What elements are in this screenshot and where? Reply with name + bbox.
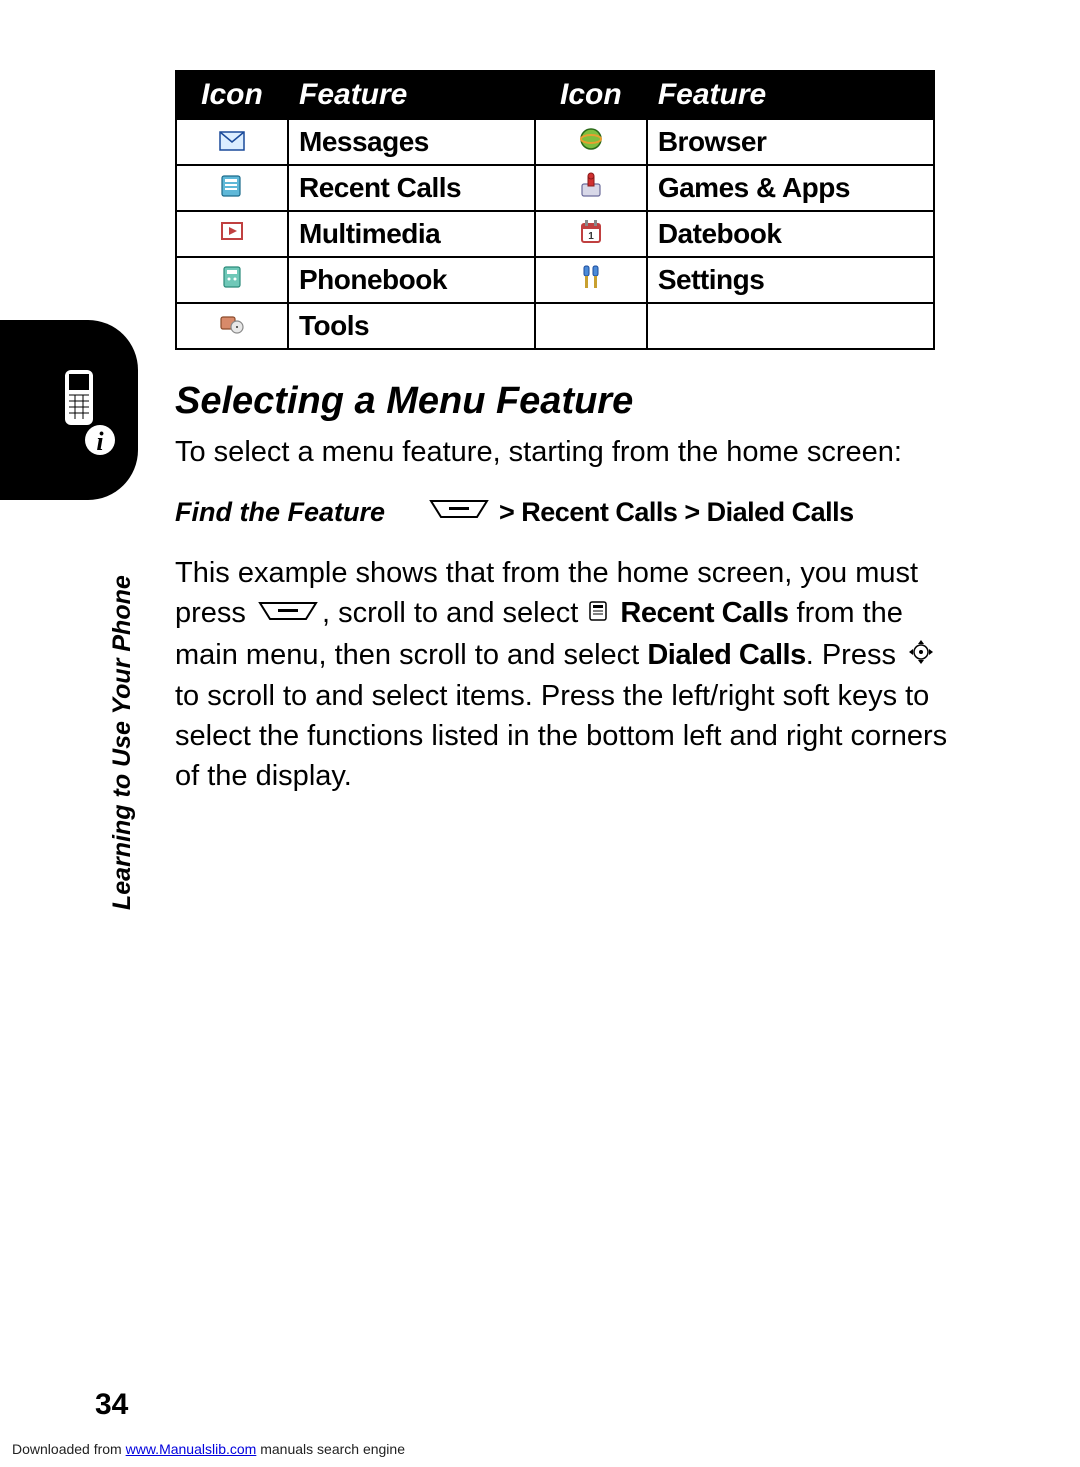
body-dialed-calls: Dialed Calls xyxy=(647,639,805,671)
intro-paragraph: To select a menu feature, starting from … xyxy=(175,433,965,472)
section-heading: Selecting a Menu Feature xyxy=(175,380,1080,423)
games-apps-icon xyxy=(535,165,647,211)
recent-calls-icon xyxy=(176,165,288,211)
phonebook-label: Phonebook xyxy=(299,264,447,295)
th-icon-2: Icon xyxy=(535,71,647,119)
side-chapter-label: Learning to Use Your Phone xyxy=(108,575,137,910)
body-text-2: , scroll to and select xyxy=(322,597,586,629)
recent-calls-icon-inline xyxy=(588,594,610,634)
section-tab: i xyxy=(0,320,138,500)
body-paragraph: This example shows that from the home sc… xyxy=(175,553,965,796)
recent-calls-label: Recent Calls xyxy=(299,172,461,203)
th-icon-1: Icon xyxy=(176,71,288,119)
datebook-label: Datebook xyxy=(658,218,782,249)
menu-key-icon-inline xyxy=(258,594,318,634)
find-the-feature-label: Find the Feature xyxy=(175,497,385,528)
page-number: 34 xyxy=(95,1388,128,1422)
footer: Downloaded from www.Manualslib.com manua… xyxy=(12,1441,405,1457)
svg-text:1: 1 xyxy=(588,231,594,242)
browser-label: Browser xyxy=(658,126,767,157)
footer-prefix: Downloaded from xyxy=(12,1441,126,1457)
phonebook-icon xyxy=(176,257,288,303)
settings-label: Settings xyxy=(658,264,764,295)
settings-icon xyxy=(535,257,647,303)
body-text-5: to scroll to and select items. Press the… xyxy=(175,680,947,792)
feature-table: Icon Feature Icon Feature Messages Brows… xyxy=(175,70,935,350)
svg-text:i: i xyxy=(96,427,104,456)
nav-key-icon xyxy=(908,636,934,676)
tools-icon xyxy=(176,303,288,349)
browser-icon xyxy=(535,119,647,165)
table-row: Recent Calls Games & Apps xyxy=(176,165,934,211)
multimedia-icon xyxy=(176,211,288,257)
find-path-text: > Recent Calls > Dialed Calls xyxy=(499,497,854,528)
footer-suffix: manuals search engine xyxy=(256,1441,405,1457)
games-apps-label: Games & Apps xyxy=(658,172,850,203)
th-feature-2: Feature xyxy=(647,71,934,119)
messages-icon xyxy=(176,119,288,165)
body-text-4: . Press xyxy=(806,639,904,671)
messages-label: Messages xyxy=(299,126,429,157)
table-row: Phonebook Settings xyxy=(176,257,934,303)
find-feature-row: Find the Feature > Recent Calls > Dialed… xyxy=(175,497,965,528)
multimedia-label: Multimedia xyxy=(299,218,440,249)
table-row: Multimedia 1 Datebook xyxy=(176,211,934,257)
footer-link[interactable]: www.Manualslib.com xyxy=(126,1441,257,1457)
tools-label: Tools xyxy=(299,310,369,341)
table-row: Messages Browser xyxy=(176,119,934,165)
menu-key-icon xyxy=(429,497,489,528)
datebook-icon: 1 xyxy=(535,211,647,257)
th-feature-1: Feature xyxy=(288,71,535,119)
body-recent-calls: Recent Calls xyxy=(620,597,788,629)
table-row: Tools xyxy=(176,303,934,349)
